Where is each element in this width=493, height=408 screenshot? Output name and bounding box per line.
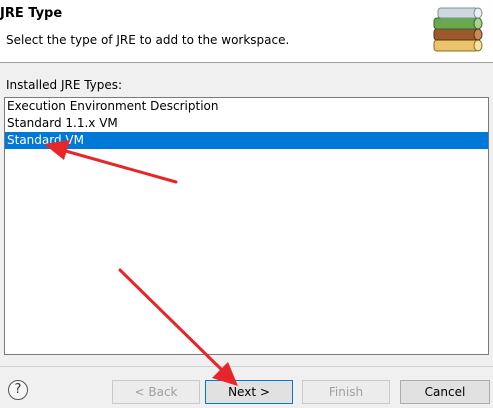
page-title: JRE Type — [0, 6, 63, 21]
page-description: Select the type of JRE to add to the wor… — [6, 33, 290, 47]
help-icon[interactable]: ? — [8, 380, 28, 400]
footer-divider — [0, 366, 493, 367]
installed-jre-types-label: Installed JRE Types: — [6, 78, 123, 92]
jre-types-list[interactable]: Execution Environment Description Standa… — [4, 97, 489, 355]
list-item-execution-environment-description[interactable]: Execution Environment Description — [5, 98, 488, 115]
wizard-header: JRE Type Select the type of JRE to add t… — [0, 0, 493, 62]
cancel-button[interactable]: Cancel — [400, 380, 490, 404]
jre-books-icon — [433, 7, 483, 52]
next-button[interactable]: Next > — [205, 380, 293, 404]
list-item-standard-1-1-x-vm[interactable]: Standard 1.1.x VM — [5, 115, 488, 132]
finish-button[interactable]: Finish — [302, 380, 390, 404]
back-button[interactable]: < Back — [112, 380, 200, 404]
header-divider — [0, 62, 493, 63]
list-item-standard-vm[interactable]: Standard VM — [5, 132, 488, 149]
